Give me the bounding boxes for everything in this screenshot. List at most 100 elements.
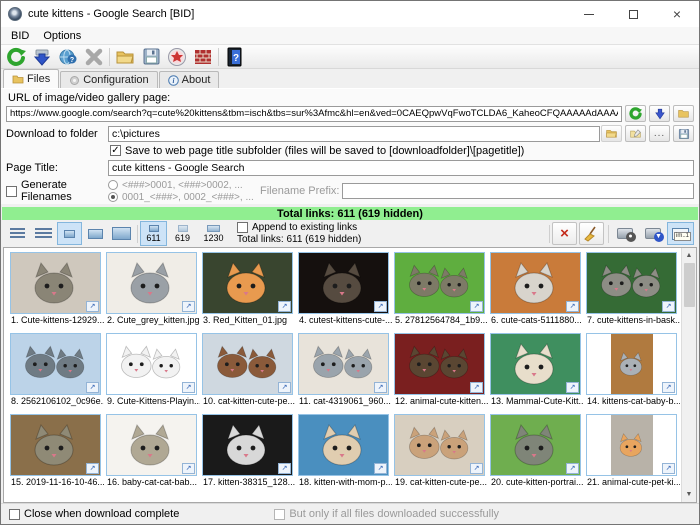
more-options-button[interactable]: ... xyxy=(649,125,670,142)
view-thumbs-large-button[interactable] xyxy=(109,222,134,245)
list-view-icon xyxy=(10,228,25,239)
url-input[interactable] xyxy=(6,106,622,122)
append-links-checkbox[interactable] xyxy=(237,222,248,233)
thumbnail[interactable]: ↗ xyxy=(490,414,581,476)
thumbnail-grid: ↗1. Cute-kittens-12929...↗2. Cute_grey_k… xyxy=(4,248,688,495)
thumbnail[interactable]: ↗ xyxy=(586,252,677,314)
explore-folder-button[interactable] xyxy=(625,125,646,142)
thumbnail[interactable]: ↗ xyxy=(202,414,293,476)
scrollbar-thumb[interactable] xyxy=(684,263,695,307)
filename-pattern-radio-1 xyxy=(108,180,118,190)
url-refresh-button[interactable] xyxy=(625,105,646,122)
plugin-badge-button[interactable] xyxy=(164,45,190,68)
kitten-illustration xyxy=(611,421,653,469)
thumbnail[interactable]: ↗ xyxy=(202,333,293,395)
title-bar[interactable]: cute kittens - Google Search [BID] × xyxy=(1,1,699,27)
close-when-complete-label: Close when download complete xyxy=(24,508,179,520)
thumbnail[interactable]: ↗ xyxy=(106,333,197,395)
requeue-download-button[interactable]: ● xyxy=(611,222,638,245)
web-help-button[interactable]: ? xyxy=(55,45,81,68)
refresh-button[interactable] xyxy=(3,45,29,68)
explore-folder-icon xyxy=(629,128,642,139)
download-links-button[interactable]: ▼ xyxy=(639,222,666,245)
refresh-icon xyxy=(629,107,642,120)
thumbnail[interactable]: ↗ xyxy=(394,333,485,395)
close-button[interactable]: × xyxy=(655,1,699,27)
thumbnail-caption: 18. kitten-with-mom-p... xyxy=(298,476,392,488)
view-list-button[interactable] xyxy=(5,222,30,245)
total-links-banner-text: Total links: 611 (619 hidden) xyxy=(277,208,423,220)
url-go-button[interactable] xyxy=(649,105,670,122)
open-folder-button[interactable] xyxy=(112,45,138,68)
thumbnail[interactable]: ↗ xyxy=(490,333,581,395)
menu-bid[interactable]: BID xyxy=(4,29,36,43)
close-when-complete-checkbox[interactable] xyxy=(9,509,20,520)
thumbnail[interactable]: ↗ xyxy=(106,414,197,476)
view-thumbs-small-button[interactable] xyxy=(57,222,82,245)
maximize-button[interactable] xyxy=(611,1,655,27)
tab-about[interactable]: i About xyxy=(159,71,220,88)
url-folder-button[interactable] xyxy=(673,105,694,122)
hidden-links-icon xyxy=(178,225,188,232)
tab-files-label: Files xyxy=(27,73,50,85)
link-overlay-icon: ↗ xyxy=(182,382,195,393)
subfolder-checkbox[interactable]: ✓ xyxy=(110,145,121,156)
kitten-illustration xyxy=(403,421,477,469)
view-details-button[interactable] xyxy=(31,222,56,245)
filename-pattern-2-label: 0001_<###>, 0002_<###>, ... xyxy=(122,192,254,203)
filter-images-button[interactable]: 611 xyxy=(140,221,167,246)
app-icon xyxy=(8,7,22,21)
thumbnail[interactable]: ↗ xyxy=(394,252,485,314)
cancel-button[interactable] xyxy=(81,45,107,68)
web-help-globe-icon: ? xyxy=(58,47,78,67)
folder-icon xyxy=(12,74,24,84)
check-icon: ✓ xyxy=(111,146,119,156)
tab-configuration[interactable]: Configuration xyxy=(60,71,157,88)
help-button[interactable]: ? xyxy=(221,45,247,68)
thumbnail-cell: ↗19. cat-kitten-cute-pe... xyxy=(394,414,490,488)
generate-filenames-checkbox[interactable] xyxy=(6,186,17,197)
filter-hidden-button[interactable]: 619 xyxy=(169,221,196,246)
thumbnail[interactable]: ↗ xyxy=(202,252,293,314)
scroll-down-arrow[interactable]: ▼ xyxy=(682,487,697,502)
link-overlay-icon: ↗ xyxy=(86,382,99,393)
download-folder-input[interactable] xyxy=(108,126,600,142)
thumbnail[interactable]: ↗ xyxy=(586,414,677,476)
save-button[interactable] xyxy=(138,45,164,68)
thumbnail-caption: 1. Cute-kittens-12929... xyxy=(10,314,104,326)
cancel-icon xyxy=(85,48,103,66)
thumbnail[interactable]: ↗ xyxy=(394,414,485,476)
download-folder-label: Download to folder xyxy=(6,128,108,140)
filename-pattern-radio-2 xyxy=(108,192,118,202)
refresh-icon xyxy=(6,47,26,67)
download-queue-button[interactable] xyxy=(29,45,55,68)
thumbnail[interactable]: ↗ xyxy=(106,252,197,314)
filter-all-button[interactable]: 1230 xyxy=(198,221,229,246)
thumbnail[interactable]: ↗ xyxy=(298,333,389,395)
tab-files[interactable]: Files xyxy=(3,69,59,88)
delete-links-button[interactable]: × xyxy=(552,222,577,245)
show-image-names-button[interactable]: im..1 xyxy=(667,222,694,245)
browse-folder-button[interactable] xyxy=(601,125,622,142)
thumbnail[interactable]: ↗ xyxy=(10,252,101,314)
thumbnail-caption: 20. cute-kitten-portrai... xyxy=(490,476,584,488)
save-session-icon: ● xyxy=(617,228,633,239)
thumbnail[interactable]: ↗ xyxy=(490,252,581,314)
kitten-illustration xyxy=(499,259,573,307)
save-folder-button[interactable] xyxy=(673,125,694,142)
thumbnail-cell: ↗5. 27812564784_1b9... xyxy=(394,252,490,326)
clear-links-button[interactable] xyxy=(579,222,604,245)
thumbnail[interactable]: ↗ xyxy=(10,333,101,395)
view-thumbs-medium-button[interactable] xyxy=(83,222,108,245)
thumbnail-cell: ↗6. cute-cats-5111880... xyxy=(490,252,586,326)
thumbnail[interactable]: ↗ xyxy=(298,252,389,314)
minimize-button[interactable] xyxy=(567,1,611,27)
menu-options[interactable]: Options xyxy=(36,29,88,43)
vertical-scrollbar[interactable]: ▲ ▼ xyxy=(681,248,696,502)
thumbnail[interactable]: ↗ xyxy=(586,333,677,395)
firewall-button[interactable] xyxy=(190,45,216,68)
thumbnail[interactable]: ↗ xyxy=(298,414,389,476)
thumbnail[interactable]: ↗ xyxy=(10,414,101,476)
page-title-input[interactable] xyxy=(108,160,694,176)
scroll-up-arrow[interactable]: ▲ xyxy=(682,248,697,263)
